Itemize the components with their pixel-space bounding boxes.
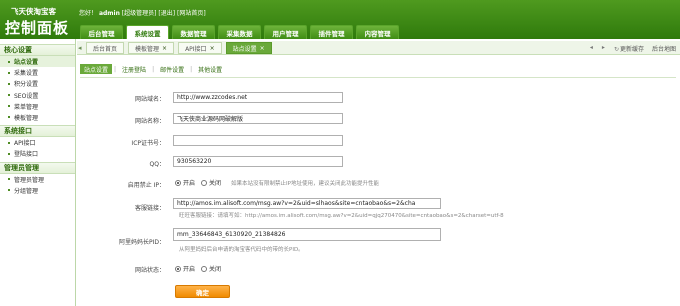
- close-icon[interactable]: ×: [162, 45, 167, 52]
- subtab-mail-settings[interactable]: 邮件设置: [156, 64, 188, 74]
- pid-textarea[interactable]: mm_33646843_6130920_21384826: [173, 228, 441, 241]
- username: admin: [98, 10, 120, 17]
- radio-dot: [201, 265, 208, 272]
- tab-label: 后台首页: [93, 45, 118, 53]
- header-bar: 飞天侠淘宝客 控制面板 您好！ admin [超级管理员] [退出] [网站首页…: [0, 0, 680, 39]
- sitemap-button[interactable]: 后台地图: [652, 44, 676, 53]
- site-home-link[interactable]: [网站首页]: [177, 10, 206, 17]
- refresh-cache-label: 更新缓存: [619, 46, 644, 53]
- tab-api[interactable]: API接口 ×: [178, 42, 222, 54]
- submit-button[interactable]: 确定: [175, 285, 230, 298]
- role-link[interactable]: [超级管理员]: [122, 10, 157, 17]
- site-name-label: 网站名称：: [134, 118, 165, 125]
- icp-label: ICP证书号：: [131, 140, 165, 147]
- sidebar: 核心设置 站点设置 采集设置 积分设置 SEO设置 菜单管理 模板管理 系统接口…: [0, 39, 76, 306]
- nav-tab-admin[interactable]: 后台管理: [80, 25, 123, 39]
- sidebar-section-admins[interactable]: 管理员管理: [0, 161, 75, 174]
- tab-template-management[interactable]: 模板管理 ×: [128, 42, 175, 54]
- ip-block-on-radio[interactable]: 开启: [175, 178, 195, 187]
- qq-input[interactable]: 930563220: [173, 156, 343, 167]
- close-icon[interactable]: ×: [210, 45, 215, 52]
- nav-tab-content[interactable]: 内容管理: [356, 25, 399, 39]
- site-url-label: 网站域名：: [134, 96, 165, 103]
- sidebar-item-api[interactable]: API接口: [0, 137, 75, 148]
- icp-input[interactable]: [173, 135, 343, 146]
- radio-dot: [175, 265, 181, 272]
- tabs-scroll-left-icon[interactable]: ◂: [78, 44, 82, 52]
- radio-dot: [175, 179, 181, 186]
- greeting-text: 您好！: [79, 10, 98, 17]
- radio-label: 开启: [183, 180, 196, 187]
- logo-title: 控制面板: [5, 19, 70, 37]
- sidebar-item-site-settings[interactable]: 站点设置: [0, 56, 75, 68]
- site-name-input[interactable]: 飞天侠商业源码网破解版: [173, 113, 343, 124]
- sidebar-section-core[interactable]: 核心设置: [0, 44, 75, 56]
- ip-block-label: 启用禁止 IP：: [127, 182, 165, 189]
- tabs-prev-icon[interactable]: ◂: [590, 44, 593, 53]
- open-tabs-bar: ◂ 后台首页 模板管理 × API接口 × 站点设置 × ◂ ▸ ↻更新缓存 后…: [77, 41, 680, 55]
- customer-service-label: 客服链接：: [134, 205, 165, 212]
- tab-label: API接口: [185, 45, 207, 53]
- tab-admin-home[interactable]: 后台首页: [86, 42, 125, 54]
- user-info: 您好！ admin [超级管理员] [退出] [网站首页]: [79, 8, 206, 17]
- settings-subtabs: 站点设置 | 注册登陆 | 邮件设置 | 其他设置: [80, 64, 226, 74]
- sidebar-item-points-settings[interactable]: 积分设置: [0, 78, 75, 89]
- nav-tab-system-settings[interactable]: 系统设置: [126, 25, 169, 39]
- sidebar-item-menu-management[interactable]: 菜单管理: [0, 101, 75, 112]
- sidebar-item-group-management[interactable]: 分组管理: [0, 185, 75, 196]
- subtabs-divider: [80, 77, 676, 78]
- tab-site-settings[interactable]: 站点设置 ×: [225, 42, 272, 54]
- site-status-off-radio[interactable]: 关闭: [201, 264, 221, 273]
- customer-service-input[interactable]: http://amos.im.alisoft.com/msg.aw?v=2&ui…: [173, 198, 441, 209]
- site-status-radio-group: 开启 关闭: [175, 264, 227, 273]
- pid-hint: 从阿里妈妈后台申请的淘宝客代码中的带的长PID。: [179, 247, 304, 253]
- sidebar-item-collect-settings[interactable]: 采集设置: [0, 67, 75, 78]
- ip-block-hint: 如果本站没有限制禁止IP地址使用，建议关闭此功能提升性能: [231, 180, 379, 187]
- tab-label: 模板管理: [135, 45, 160, 53]
- customer-service-hint: 旺旺客服链接：请填写如：http://amos.im.alisoft.com/m…: [179, 213, 504, 219]
- ip-block-off-radio[interactable]: 关闭: [201, 178, 221, 187]
- subtab-register-login[interactable]: 注册登陆: [118, 64, 150, 74]
- tab-label: 站点设置: [232, 45, 257, 53]
- tabs-next-icon[interactable]: ▸: [602, 44, 605, 53]
- sidebar-item-admin-management[interactable]: 管理员管理: [0, 174, 75, 185]
- sidebar-section-system-api[interactable]: 系统接口: [0, 125, 75, 138]
- site-status-label: 网站状态：: [134, 267, 165, 274]
- logo-subtitle: 飞天侠淘宝客: [11, 7, 56, 16]
- subtab-other-settings[interactable]: 其他设置: [194, 64, 226, 74]
- close-icon[interactable]: ×: [260, 45, 265, 52]
- site-url-input[interactable]: http://www.zzcodes.net: [173, 92, 343, 103]
- refresh-cache-button[interactable]: ↻更新缓存: [614, 44, 644, 53]
- radio-label: 开启: [183, 266, 196, 273]
- tab-tools: ◂ ▸ ↻更新缓存 后台地图: [590, 44, 676, 53]
- radio-dot: [201, 179, 208, 186]
- pid-label: 阿里妈妈长PID：: [118, 239, 165, 246]
- top-nav: 后台管理 系统设置 数据管理 采集数据 用户管理 插件管理 内容管理: [80, 25, 399, 39]
- qq-label: QQ：: [149, 161, 165, 168]
- nav-tab-users[interactable]: 用户管理: [264, 25, 307, 39]
- site-status-on-radio[interactable]: 开启: [175, 264, 195, 273]
- subtab-site-settings[interactable]: 站点设置: [80, 64, 113, 74]
- logout-link[interactable]: [退出]: [158, 10, 175, 17]
- nav-tab-collect[interactable]: 采集数据: [218, 25, 261, 39]
- radio-label: 关闭: [209, 266, 222, 273]
- radio-label: 关闭: [209, 180, 222, 187]
- nav-tab-data[interactable]: 数据管理: [172, 25, 215, 39]
- sidebar-item-template-management[interactable]: 模板管理: [0, 112, 75, 123]
- sidebar-item-login-api[interactable]: 登陆接口: [0, 148, 75, 159]
- refresh-icon: ↻: [613, 46, 619, 53]
- nav-tab-plugins[interactable]: 插件管理: [310, 25, 353, 39]
- ip-block-radio-group: 开启 关闭 如果本站没有限制禁止IP地址使用，建议关闭此功能提升性能: [175, 178, 379, 187]
- open-tabs: 后台首页 模板管理 × API接口 × 站点设置 ×: [86, 42, 272, 54]
- sidebar-item-seo-settings[interactable]: SEO设置: [0, 90, 75, 101]
